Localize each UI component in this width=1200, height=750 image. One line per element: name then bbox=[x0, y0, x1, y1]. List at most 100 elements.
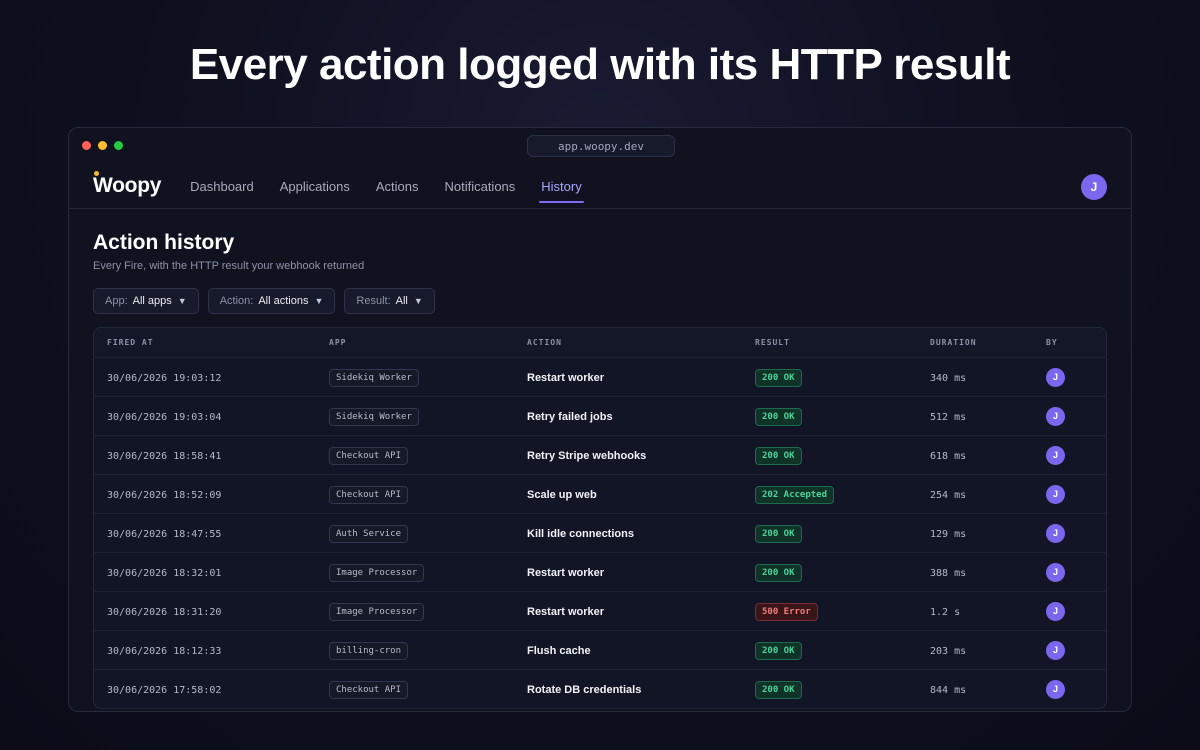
fired-at-cell: 30/06/2026 18:47:55 bbox=[94, 524, 316, 542]
by-cell: J bbox=[1033, 406, 1106, 426]
action-name: Scale up web bbox=[527, 489, 597, 501]
app-cell: Sidekiq Worker bbox=[316, 406, 514, 426]
result-cell: 200 OK bbox=[742, 679, 917, 699]
nav-actions[interactable]: Actions bbox=[374, 175, 421, 198]
result-cell: 202 Accepted bbox=[742, 484, 917, 504]
top-nav: Woopy Dashboard Applications Actions Notifi… bbox=[69, 164, 1131, 209]
fired-at-cell: 30/06/2026 18:58:41 bbox=[94, 446, 316, 464]
duration: 512 ms bbox=[930, 412, 967, 423]
table-row[interactable]: 30/06/2026 18:47:55 Auth Service Kill idle… bbox=[94, 514, 1106, 553]
user-avatar-small: J bbox=[1046, 484, 1065, 504]
filter-value: All bbox=[395, 295, 408, 307]
logo-text: Woopy bbox=[93, 174, 162, 197]
result-cell: 200 OK bbox=[742, 445, 917, 465]
table-row[interactable]: 30/06/2026 18:52:09 Checkout API Scale up … bbox=[94, 475, 1106, 514]
action-name: Rotate DB credentials bbox=[527, 684, 642, 696]
table-row[interactable]: 30/06/2026 18:32:01 Image Processor Restar… bbox=[94, 553, 1106, 592]
status-badge: 200 OK bbox=[755, 525, 802, 543]
app-tag[interactable]: Image Processor bbox=[329, 603, 425, 621]
app-tag[interactable]: Auth Service bbox=[329, 525, 409, 543]
filter-value: All actions bbox=[258, 295, 309, 307]
action-name: Restart worker bbox=[527, 606, 605, 618]
url-bar[interactable]: app.woopy.dev bbox=[527, 135, 675, 157]
fired-at-cell: 30/06/2026 18:31:20 bbox=[94, 602, 316, 620]
fired-at-cell: 30/06/2026 19:03:12 bbox=[94, 368, 316, 386]
table-row[interactable]: 30/06/2026 17:58:02 Checkout API Rotate DB… bbox=[94, 670, 1106, 708]
column-header-action[interactable]: ACTION bbox=[514, 338, 742, 347]
result-cell: 500 Error bbox=[742, 601, 917, 621]
fired-at-cell: 30/06/2026 17:58:02 bbox=[94, 680, 316, 698]
duration: 844 ms bbox=[930, 685, 967, 696]
minimize-window-button[interactable] bbox=[98, 141, 107, 150]
fired-at-cell: 30/06/2026 18:52:09 bbox=[94, 485, 316, 503]
user-avatar-small: J bbox=[1046, 562, 1065, 582]
duration: 1.2 s bbox=[930, 607, 961, 618]
maximize-window-button[interactable] bbox=[114, 141, 123, 150]
table-row[interactable]: 30/06/2026 19:03:12 Sidekiq Worker Restart… bbox=[94, 358, 1106, 397]
headline: Every action logged with its HTTP result bbox=[189, 40, 1011, 89]
by-cell: J bbox=[1033, 679, 1106, 699]
page-title: Action history bbox=[93, 231, 235, 254]
filter-app-dropdown[interactable]: App: All apps ▼ bbox=[93, 288, 199, 314]
action-cell: Restart worker bbox=[514, 602, 742, 620]
by-cell: J bbox=[1033, 523, 1106, 543]
status-badge: 200 OK bbox=[755, 369, 802, 387]
by-cell: J bbox=[1033, 445, 1106, 465]
filter-label: Result: bbox=[356, 295, 391, 307]
window-controls bbox=[82, 141, 123, 150]
action-cell: Restart worker bbox=[514, 368, 742, 386]
nav-notifications[interactable]: Notifications bbox=[442, 175, 517, 198]
action-name: Kill idle connections bbox=[527, 528, 634, 540]
user-avatar-small: J bbox=[1046, 445, 1065, 465]
column-header-app[interactable]: APP bbox=[316, 338, 514, 347]
logo[interactable]: Woopy bbox=[93, 171, 162, 198]
action-name: Flush cache bbox=[527, 645, 591, 657]
filter-label: App: bbox=[105, 295, 128, 307]
fired-at: 30/06/2026 18:32:01 bbox=[107, 568, 222, 579]
nav-history[interactable]: History bbox=[539, 175, 585, 203]
app-tag[interactable]: Checkout API bbox=[329, 681, 409, 699]
column-header-fired-at[interactable]: FIRED AT bbox=[94, 338, 316, 347]
app-cell: Image Processor bbox=[316, 601, 514, 621]
column-header-by[interactable]: BY bbox=[1033, 338, 1106, 347]
filter-result-dropdown[interactable]: Result: All ▼ bbox=[344, 288, 435, 314]
action-name: Retry failed jobs bbox=[527, 411, 613, 423]
column-header-result[interactable]: RESULT bbox=[742, 338, 917, 347]
nav-dashboard[interactable]: Dashboard bbox=[188, 175, 256, 198]
table-row[interactable]: 30/06/2026 18:58:41 Checkout API Retry Str… bbox=[94, 436, 1106, 475]
table-header: FIRED AT APP ACTION RESULT DURATION BY bbox=[94, 328, 1106, 358]
filter-value: All apps bbox=[132, 295, 172, 307]
duration-cell: 618 ms bbox=[917, 446, 1033, 464]
caret-down-icon: ▼ bbox=[413, 296, 423, 306]
nav-items: Dashboard Applications Actions Notification… bbox=[188, 175, 606, 203]
column-header-duration[interactable]: DURATION bbox=[917, 338, 1033, 347]
filter-action-dropdown[interactable]: Action: All actions ▼ bbox=[207, 288, 336, 314]
status-badge: 202 Accepted bbox=[755, 486, 835, 504]
app-cell: Auth Service bbox=[316, 523, 514, 543]
user-avatar-small: J bbox=[1046, 640, 1065, 660]
nav-applications[interactable]: Applications bbox=[278, 175, 352, 198]
duration: 618 ms bbox=[930, 451, 967, 462]
action-cell: Retry failed jobs bbox=[514, 407, 742, 425]
user-avatar[interactable]: J bbox=[1081, 174, 1107, 200]
fired-at-cell: 30/06/2026 18:32:01 bbox=[94, 563, 316, 581]
action-cell: Retry Stripe webhooks bbox=[514, 446, 742, 464]
table-row[interactable]: 30/06/2026 18:31:20 Image Processor Restar… bbox=[94, 592, 1106, 631]
filter-label: Action: bbox=[219, 295, 254, 307]
status-badge: 200 OK bbox=[755, 408, 802, 426]
app-tag[interactable]: Checkout API bbox=[329, 447, 409, 465]
fired-at: 30/06/2026 19:03:04 bbox=[107, 412, 222, 423]
app-tag[interactable]: Image Processor bbox=[329, 564, 425, 582]
table-row[interactable]: 30/06/2026 19:03:04 Sidekiq Worker Retry f… bbox=[94, 397, 1106, 436]
app-tag[interactable]: Sidekiq Worker bbox=[329, 369, 419, 387]
table-row[interactable]: 30/06/2026 18:12:33 billing-cron Flush cac… bbox=[94, 631, 1106, 670]
app-tag[interactable]: billing-cron bbox=[329, 642, 409, 660]
by-cell: J bbox=[1033, 367, 1106, 387]
app-tag[interactable]: Sidekiq Worker bbox=[329, 408, 419, 426]
user-avatar-small: J bbox=[1046, 523, 1065, 543]
app-cell: Sidekiq Worker bbox=[316, 367, 514, 387]
duration: 254 ms bbox=[930, 490, 967, 501]
app-tag[interactable]: Checkout API bbox=[329, 486, 409, 504]
duration-cell: 388 ms bbox=[917, 563, 1033, 581]
close-window-button[interactable] bbox=[82, 141, 91, 150]
